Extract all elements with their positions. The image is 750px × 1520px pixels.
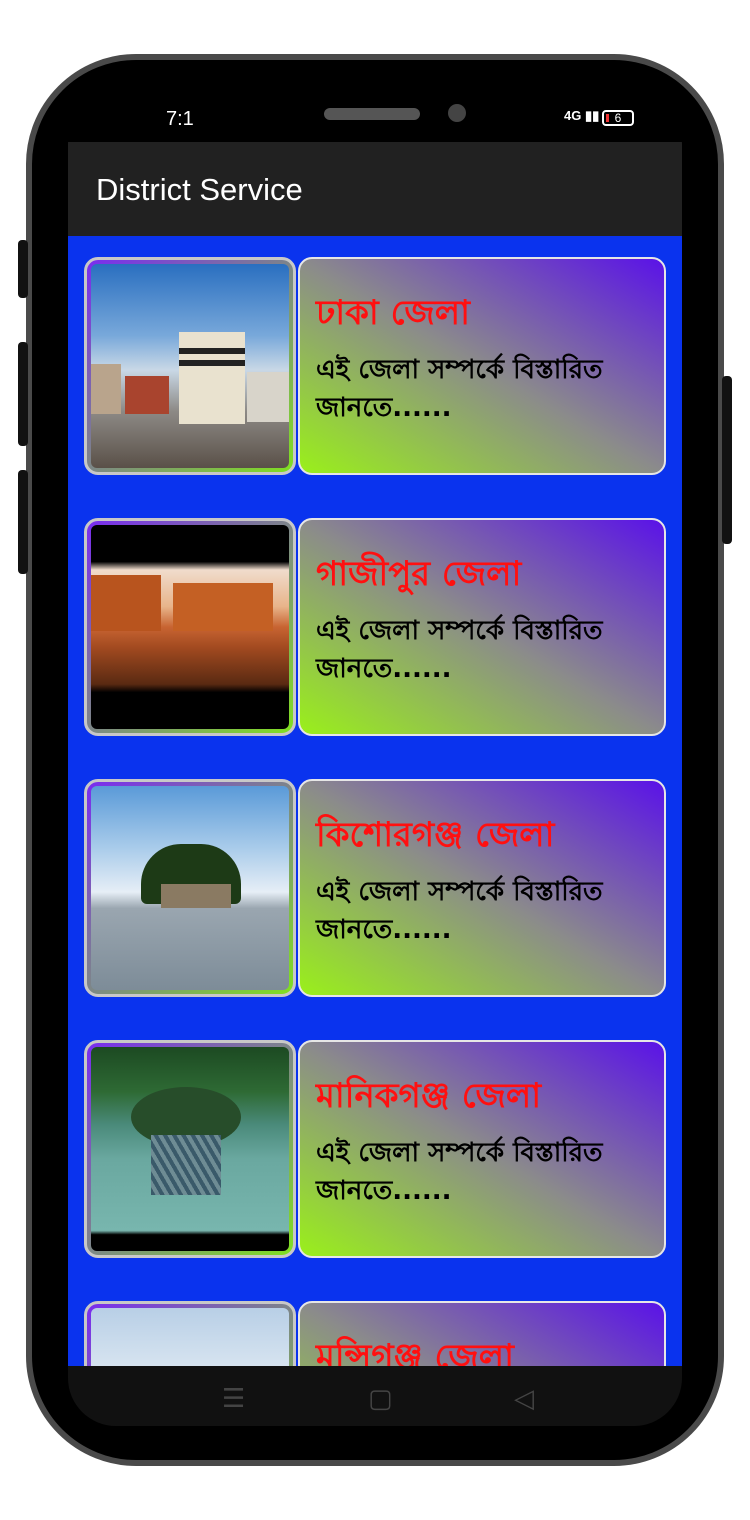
status-time: 7:1 xyxy=(166,108,194,130)
menu-icon[interactable]: ☰ xyxy=(222,1384,245,1414)
side-button-left-2 xyxy=(18,342,28,446)
kishoreganj-island-photo xyxy=(91,786,289,990)
gazipur-building-photo xyxy=(91,525,289,729)
dhaka-mosque-photo xyxy=(91,264,289,468)
front-camera xyxy=(448,104,466,122)
status-bar: 7:1 4G ▮▮ 6 xyxy=(68,96,682,144)
manikganj-boats-photo xyxy=(91,1047,289,1251)
navigation-bar: ☰ ▢ ◁ xyxy=(68,1366,682,1426)
district-card[interactable]: কিশোরগঞ্জ জেলা এই জেলা সম্পর্কে বিস্তারি… xyxy=(298,779,666,997)
munshiganj-sky-photo xyxy=(91,1308,289,1366)
district-description: এই জেলা সম্পর্কে বিস্তারিত জানতে...... xyxy=(316,1138,603,1206)
district-card[interactable]: মুন্সিগঞ্জ জেলা xyxy=(298,1301,666,1366)
district-list[interactable]: ঢাকা জেলা এই জেলা সম্পর্কে বিস্তারিত জান… xyxy=(68,236,682,1366)
home-icon[interactable]: ▢ xyxy=(368,1384,393,1414)
district-description: এই জেলা সম্পর্কে বিস্তারিত জানতে...... xyxy=(316,355,603,423)
side-button-left-1 xyxy=(18,240,28,298)
district-card[interactable]: গাজীপুর জেলা এই জেলা সম্পর্কে বিস্তারিত … xyxy=(298,518,666,736)
district-name: মানিকগঞ্জ জেলা xyxy=(316,1076,542,1116)
district-card[interactable]: ঢাকা জেলা এই জেলা সম্পর্কে বিস্তারিত জান… xyxy=(298,257,666,475)
side-button-right xyxy=(722,376,732,544)
battery-level-indicator xyxy=(606,114,609,122)
battery-icon: 6 xyxy=(602,110,634,126)
district-name: মুন্সিগঞ্জ জেলা xyxy=(316,1337,514,1366)
app-bar: District Service xyxy=(68,142,682,236)
district-name: কিশোরগঞ্জ জেলা xyxy=(316,815,555,855)
page-title: District Service xyxy=(96,172,303,207)
district-image[interactable] xyxy=(84,779,296,997)
district-name: গাজীপুর জেলা xyxy=(316,554,522,594)
district-description: এই জেলা সম্পর্কে বিস্তারিত জানতে...... xyxy=(316,877,603,945)
district-image[interactable] xyxy=(84,518,296,736)
signal-icon: 4G ▮▮ xyxy=(564,108,600,123)
battery-level: 6 xyxy=(614,111,622,125)
district-image[interactable] xyxy=(84,1301,296,1366)
back-icon[interactable]: ◁ xyxy=(514,1384,534,1414)
network-type: 4G xyxy=(564,108,582,123)
camera-notch xyxy=(204,96,550,144)
district-name: ঢাকা জেলা xyxy=(316,293,470,333)
speaker-grille xyxy=(324,108,420,120)
district-description: এই জেলা সম্পর্কে বিস্তারিত জানতে...... xyxy=(316,616,603,684)
screen: 7:1 4G ▮▮ 6 District Service ঢাকা জেলা এ… xyxy=(68,96,682,1426)
district-card[interactable]: মানিকগঞ্জ জেলা এই জেলা সম্পর্কে বিস্তারি… xyxy=(298,1040,666,1258)
side-button-left-3 xyxy=(18,470,28,574)
district-image[interactable] xyxy=(84,1040,296,1258)
district-image[interactable] xyxy=(84,257,296,475)
